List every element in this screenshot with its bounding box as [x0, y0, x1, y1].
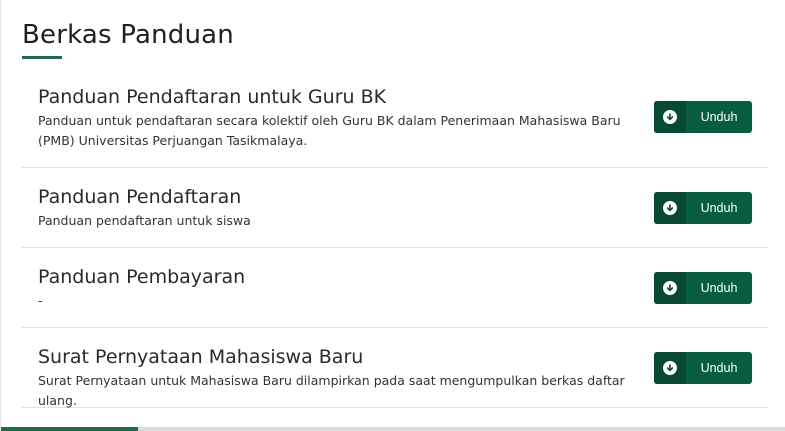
document-list: Panduan Pendaftaran untuk Guru BK Pandua…: [22, 79, 768, 408]
arrow-down-circle-icon: [663, 281, 677, 295]
section-title: Berkas Panduan: [22, 20, 234, 50]
download-button[interactable]: Unduh: [654, 192, 752, 224]
document-row-pembayaran: Panduan Pembayaran - Unduh: [22, 248, 768, 328]
download-button-label: Unduh: [700, 361, 738, 375]
title-underline: [22, 56, 62, 59]
document-title: Panduan Pendaftaran untuk Guru BK: [38, 86, 387, 108]
document-row-pendaftaran: Panduan Pendaftaran Panduan pendaftaran …: [22, 168, 768, 248]
document-title: Panduan Pendaftaran: [38, 186, 242, 208]
document-description: Surat Pernyataan untuk Mahasiswa Baru di…: [38, 373, 625, 408]
document-description: Panduan pendaftaran untuk siswa: [38, 213, 251, 228]
document-row-surat-pernyataan: Surat Pernyataan Mahasiswa Baru Surat Pe…: [22, 328, 768, 408]
document-description: Panduan untuk pendaftaran secara kolekti…: [38, 113, 621, 148]
card-bottom-accent: [1, 427, 138, 431]
download-button[interactable]: Unduh: [654, 101, 752, 133]
download-button[interactable]: Unduh: [654, 272, 752, 304]
arrow-down-circle-icon: [663, 201, 677, 215]
document-description: -: [38, 293, 43, 308]
download-button[interactable]: Unduh: [654, 352, 752, 384]
document-row-guru-bk: Panduan Pendaftaran untuk Guru BK Pandua…: [22, 79, 768, 168]
download-button-label: Unduh: [700, 281, 738, 295]
document-title: Surat Pernyataan Mahasiswa Baru: [38, 346, 364, 368]
arrow-down-circle-icon: [663, 110, 677, 124]
document-title: Panduan Pembayaran: [38, 266, 246, 288]
arrow-down-circle-icon: [663, 361, 677, 375]
download-button-label: Unduh: [700, 110, 738, 124]
download-button-label: Unduh: [700, 201, 738, 215]
guide-files-card: Berkas Panduan Panduan Pendaftaran untuk…: [0, 0, 785, 431]
